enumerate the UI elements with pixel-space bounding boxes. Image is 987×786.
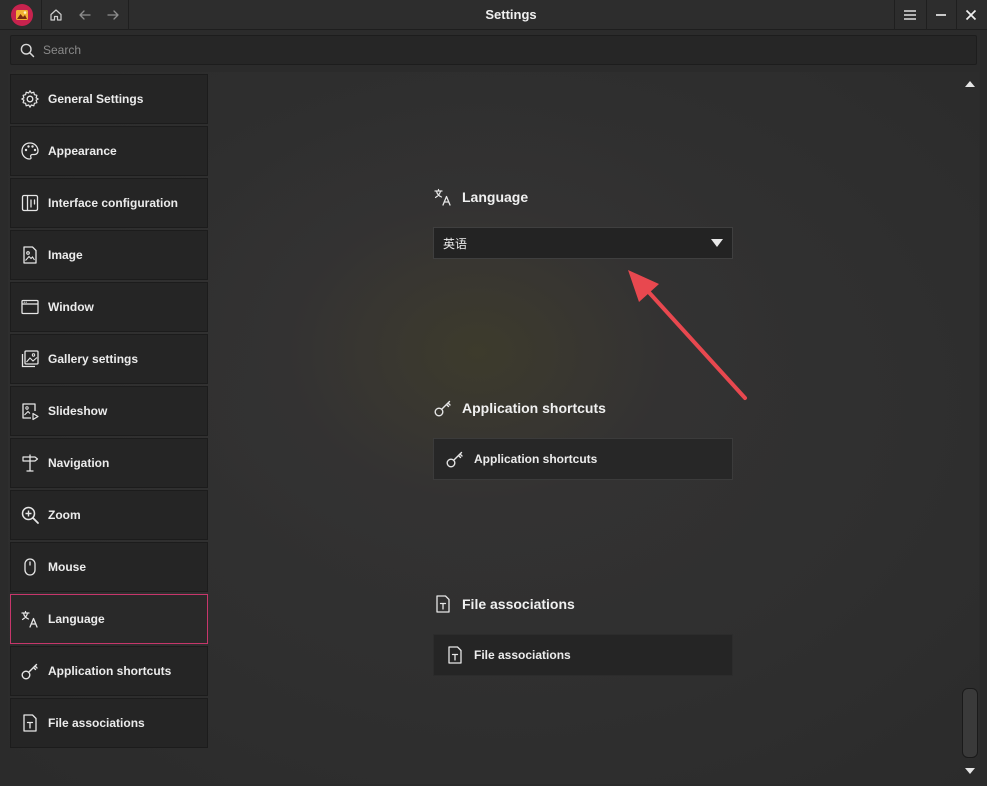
sidebar-item-application-shortcuts[interactable]: Application shortcuts <box>10 646 208 696</box>
sidebar-item-interface-configuration[interactable]: Interface configuration <box>10 178 208 228</box>
minimize-icon <box>936 14 946 16</box>
translate-icon <box>19 608 41 630</box>
search-bar[interactable] <box>10 35 977 65</box>
key-icon <box>432 398 454 418</box>
file-text-icon <box>444 645 466 665</box>
sidebar-item-label: General Settings <box>48 92 144 106</box>
title-bar: Settings <box>0 0 987 30</box>
caret-up-icon <box>965 81 975 87</box>
menu-button[interactable] <box>897 0 923 30</box>
sidebar-item-label: Language <box>48 612 105 626</box>
signpost-icon <box>19 452 41 474</box>
settings-sidebar: General Settings Appearance Interface co… <box>10 74 208 750</box>
gear-icon <box>19 88 41 110</box>
sidebar-item-gallery-settings[interactable]: Gallery settings <box>10 334 208 384</box>
button-label: File associations <box>474 648 571 662</box>
sidebar-item-appearance[interactable]: Appearance <box>10 126 208 176</box>
sidebar-item-file-associations[interactable]: File associations <box>10 698 208 748</box>
sidebar-item-mouse[interactable]: Mouse <box>10 542 208 592</box>
translate-icon <box>432 187 454 207</box>
sidebar-item-label: Window <box>48 300 94 314</box>
key-icon <box>19 660 41 682</box>
sidebar-item-label: Appearance <box>48 144 117 158</box>
sidebar-item-label: Navigation <box>48 456 110 470</box>
interface-icon <box>19 192 41 214</box>
window-icon <box>19 296 41 318</box>
application-shortcuts-button[interactable]: Application shortcuts <box>433 438 733 480</box>
scroll-down-button[interactable] <box>962 765 978 777</box>
minimize-button[interactable] <box>928 0 954 30</box>
search-icon <box>20 43 35 58</box>
sidebar-item-label: Zoom <box>48 508 81 522</box>
sidebar-item-slideshow[interactable]: Slideshow <box>10 386 208 436</box>
window-title: Settings <box>485 7 537 22</box>
file-associations-button[interactable]: File associations <box>433 634 733 676</box>
file-associations-section-heading: File associations <box>432 594 575 614</box>
sidebar-item-label: Gallery settings <box>48 352 139 366</box>
sidebar-item-label: Application shortcuts <box>48 664 172 678</box>
language-select-value: 英语 <box>443 236 468 251</box>
slideshow-icon <box>19 400 41 422</box>
language-select[interactable]: 英语 <box>433 227 733 259</box>
file-text-icon <box>19 712 41 734</box>
sidebar-item-general-settings[interactable]: General Settings <box>10 74 208 124</box>
sidebar-item-label: Interface configuration <box>48 196 179 210</box>
shortcuts-section-heading: Application shortcuts <box>432 398 606 418</box>
palette-icon <box>19 140 41 162</box>
mouse-icon <box>19 556 41 578</box>
image-icon <box>19 244 41 266</box>
sidebar-item-label: Image <box>48 248 83 262</box>
caret-down-icon <box>965 768 975 774</box>
sidebar-item-label: Slideshow <box>48 404 108 418</box>
sidebar-item-zoom[interactable]: Zoom <box>10 490 208 540</box>
close-button[interactable] <box>958 0 984 30</box>
section-title: File associations <box>462 596 575 612</box>
chevron-down-icon <box>711 239 723 247</box>
button-label: Application shortcuts <box>474 452 598 466</box>
sidebar-item-label: Mouse <box>48 560 87 574</box>
section-title: Application shortcuts <box>462 400 606 416</box>
scroll-up-button[interactable] <box>962 78 978 90</box>
gallery-icon <box>19 348 41 370</box>
file-text-icon <box>432 594 454 614</box>
language-section-heading: Language <box>432 187 528 207</box>
close-icon <box>965 9 977 21</box>
sidebar-item-label: File associations <box>48 716 145 730</box>
scrollbar-thumb[interactable] <box>962 688 978 758</box>
sidebar-item-language[interactable]: Language <box>10 594 208 644</box>
sidebar-item-image[interactable]: Image <box>10 230 208 280</box>
search-input[interactable] <box>43 36 943 64</box>
key-icon <box>444 449 466 469</box>
sidebar-item-navigation[interactable]: Navigation <box>10 438 208 488</box>
sidebar-item-window[interactable]: Window <box>10 282 208 332</box>
hamburger-icon <box>904 10 916 20</box>
section-title: Language <box>462 189 529 205</box>
zoom-icon <box>19 504 41 526</box>
